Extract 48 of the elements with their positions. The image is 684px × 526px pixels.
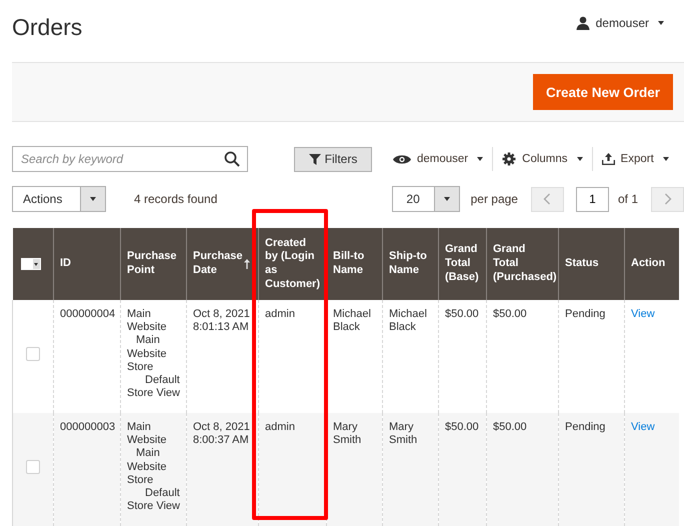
column-header[interactable]: Action: [624, 228, 678, 300]
records-count: 4 records found: [134, 192, 218, 206]
filters-button[interactable]: Filters: [294, 146, 372, 172]
export-menu[interactable]: Export: [592, 153, 678, 165]
column-header[interactable]: Grand Total (Base): [438, 228, 486, 300]
view-link[interactable]: View: [631, 421, 655, 433]
table-cell: admin: [258, 413, 326, 526]
column-header[interactable]: Status: [558, 228, 624, 300]
search-field[interactable]: Search by keyword: [12, 146, 248, 172]
gear-icon: [502, 152, 516, 166]
per-page-label: per page: [470, 192, 518, 206]
chevron-left-icon: [543, 193, 552, 205]
table-cell: $50.00: [438, 413, 486, 526]
upload-icon: [602, 153, 615, 165]
table-cell: Oct 8, 2021 8:00:37 AM: [186, 413, 258, 526]
search-icon[interactable]: [224, 151, 240, 167]
table-cell: 000000003: [54, 413, 120, 526]
row-checkbox[interactable]: [26, 347, 40, 362]
column-header[interactable]: Ship-to Name: [382, 228, 438, 300]
table-cell: Pending: [558, 413, 624, 526]
row-checkbox[interactable]: [26, 460, 40, 474]
funnel-icon: [308, 154, 321, 164]
column-header[interactable]: Grand Total (Purchased): [486, 228, 558, 300]
column-header[interactable]: ID: [54, 228, 120, 300]
page-number-field[interactable]: 1: [576, 186, 609, 212]
column-header[interactable]: Bill-to Name: [326, 228, 382, 300]
eye-icon: [393, 154, 411, 164]
column-header[interactable]: Purchase Date: [186, 228, 258, 300]
column-header[interactable]: Created by (Login as Customer): [258, 228, 326, 300]
next-page-button[interactable]: [651, 186, 684, 212]
page-title: Orders: [12, 14, 82, 41]
table-cell: Mary Smith: [382, 413, 438, 526]
mass-select-header[interactable]: [12, 228, 54, 300]
actions-select[interactable]: Actions: [12, 186, 106, 212]
table-cell: Main Website Main Website Store Default Store View: [120, 413, 186, 526]
chevron-right-icon: [664, 193, 672, 205]
per-page-select[interactable]: 20: [392, 186, 460, 212]
previous-page-button[interactable]: [530, 186, 564, 212]
table-cell: $50.00: [486, 413, 558, 526]
column-header[interactable]: Purchase Point: [120, 228, 186, 300]
page-count: of 1: [618, 192, 638, 206]
create-order-button[interactable]: Create New Order: [532, 74, 673, 110]
view-link[interactable]: View: [631, 308, 655, 320]
columns-menu[interactable]: Columns: [493, 152, 592, 166]
view-menu[interactable]: demouser: [384, 153, 492, 165]
user-menu[interactable]: demouser: [576, 14, 672, 30]
user-icon: [576, 16, 590, 30]
table-cell: Mary Smith: [326, 413, 382, 526]
